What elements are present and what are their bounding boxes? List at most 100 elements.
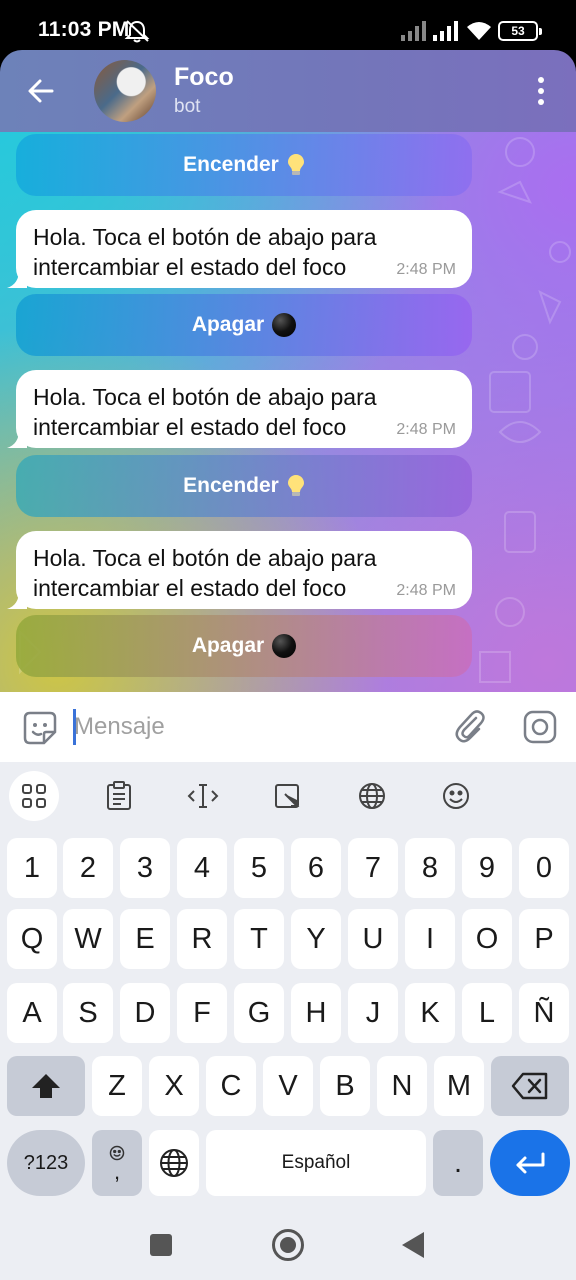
key-0[interactable]: 0 (519, 838, 569, 898)
key-b[interactable]: B (320, 1056, 370, 1116)
key-2[interactable]: 2 (63, 838, 113, 898)
light-bulb-icon (287, 153, 305, 177)
key-g[interactable]: G (234, 983, 284, 1043)
comma-label: , (113, 1159, 121, 1184)
backspace-key[interactable] (491, 1056, 569, 1116)
sticker-icon[interactable] (22, 710, 58, 746)
battery-icon: 53 (498, 21, 542, 41)
key-3[interactable]: 3 (120, 838, 170, 898)
chat-subtitle: bot (174, 96, 201, 117)
attach-icon[interactable] (452, 709, 488, 745)
key-c[interactable]: C (206, 1056, 256, 1116)
key-n[interactable]: N (377, 1056, 427, 1116)
keyboard: 1 2 3 4 5 6 7 8 9 0 Q W E R T Y U I O P … (0, 762, 576, 1212)
black-circle-icon (272, 313, 297, 337)
resize-icon[interactable] (262, 773, 312, 819)
key-k[interactable]: K (405, 983, 455, 1043)
key-s[interactable]: S (63, 983, 113, 1043)
message-input[interactable] (74, 706, 434, 748)
composer (0, 692, 576, 762)
key-9[interactable]: 9 (462, 838, 512, 898)
chat-header: Foco bot (0, 50, 576, 132)
message-bubble[interactable]: Hola. Toca el botón de abajo para interc… (16, 531, 472, 609)
enter-icon (516, 1152, 545, 1174)
back-button[interactable] (22, 72, 60, 110)
key-e[interactable]: E (120, 909, 170, 969)
chat-title[interactable]: Foco (174, 63, 234, 92)
backspace-icon (511, 1072, 548, 1100)
key-enye[interactable]: Ñ (519, 983, 569, 1043)
enter-key[interactable] (490, 1130, 570, 1196)
key-u[interactable]: U (348, 909, 398, 969)
key-j[interactable]: J (348, 983, 398, 1043)
black-circle-icon (272, 634, 297, 658)
message-bubble[interactable]: Hola. Toca el botón de abajo para interc… (16, 210, 472, 288)
emoji-icon[interactable] (431, 773, 481, 819)
message-time: 2:48 PM (396, 582, 456, 599)
key-7[interactable]: 7 (348, 838, 398, 898)
key-5[interactable]: 5 (234, 838, 284, 898)
back-triangle-icon[interactable] (402, 1232, 424, 1258)
symbols-key[interactable]: ?123 (7, 1130, 85, 1196)
key-z[interactable]: Z (92, 1056, 142, 1116)
language-key[interactable] (149, 1130, 199, 1196)
battery-level: 53 (511, 24, 525, 38)
key-v[interactable]: V (263, 1056, 313, 1116)
key-d[interactable]: D (120, 983, 170, 1043)
camera-icon[interactable] (522, 709, 558, 745)
key-6[interactable]: 6 (291, 838, 341, 898)
emoji-comma-key[interactable]: , (92, 1130, 142, 1196)
clipboard-icon[interactable] (94, 773, 144, 819)
signal-icon (433, 21, 458, 41)
keyboard-toolbar (0, 762, 576, 830)
message-text: Hola. Toca el botón de abajo para interc… (33, 384, 377, 440)
message-bubble[interactable]: Hola. Toca el botón de abajo para interc… (16, 370, 472, 448)
key-h[interactable]: H (291, 983, 341, 1043)
key-a[interactable]: A (7, 983, 57, 1043)
navigation-bar (0, 1212, 576, 1280)
inline-button-encender[interactable]: Encender (16, 455, 472, 517)
button-label: Encender (183, 153, 279, 176)
key-1[interactable]: 1 (7, 838, 57, 898)
key-m[interactable]: M (434, 1056, 484, 1116)
space-key[interactable]: Español (206, 1130, 426, 1196)
avatar[interactable] (94, 60, 156, 122)
recents-icon[interactable] (150, 1234, 172, 1256)
chat-area[interactable]: Encender Hola. Toca el botón de abajo pa… (0, 132, 576, 692)
button-label: Apagar (191, 313, 265, 336)
period-key[interactable]: . (433, 1130, 483, 1196)
key-4[interactable]: 4 (177, 838, 227, 898)
message-text: Hola. Toca el botón de abajo para interc… (33, 224, 377, 280)
key-o[interactable]: O (462, 909, 512, 969)
key-r[interactable]: R (177, 909, 227, 969)
key-i[interactable]: I (405, 909, 455, 969)
message-text: Hola. Toca el botón de abajo para interc… (33, 545, 377, 601)
inline-button-encender[interactable]: Encender (16, 134, 472, 196)
key-l[interactable]: L (462, 983, 512, 1043)
more-vertical-icon[interactable] (526, 72, 556, 110)
shift-icon (32, 1074, 60, 1098)
key-p[interactable]: P (519, 909, 569, 969)
arrow-left-icon (28, 79, 54, 103)
key-y[interactable]: Y (291, 909, 341, 969)
apps-icon[interactable] (9, 771, 59, 821)
button-label: Apagar (191, 634, 265, 657)
status-time: 11:03 PM (38, 18, 130, 41)
key-8[interactable]: 8 (405, 838, 455, 898)
signal-icon (401, 21, 426, 41)
home-icon[interactable] (272, 1229, 304, 1261)
key-t[interactable]: T (234, 909, 284, 969)
light-bulb-icon (287, 474, 305, 498)
key-x[interactable]: X (149, 1056, 199, 1116)
shift-key[interactable] (7, 1056, 85, 1116)
globe-icon[interactable] (347, 773, 397, 819)
text-cursor-icon[interactable] (178, 773, 228, 819)
button-label: Encender (183, 474, 279, 497)
message-time: 2:48 PM (396, 421, 456, 438)
inline-button-apagar[interactable]: Apagar (16, 294, 472, 356)
key-f[interactable]: F (177, 983, 227, 1043)
key-w[interactable]: W (63, 909, 113, 969)
key-q[interactable]: Q (7, 909, 57, 969)
inline-button-apagar[interactable]: Apagar (16, 615, 472, 677)
mute-icon (124, 20, 150, 43)
